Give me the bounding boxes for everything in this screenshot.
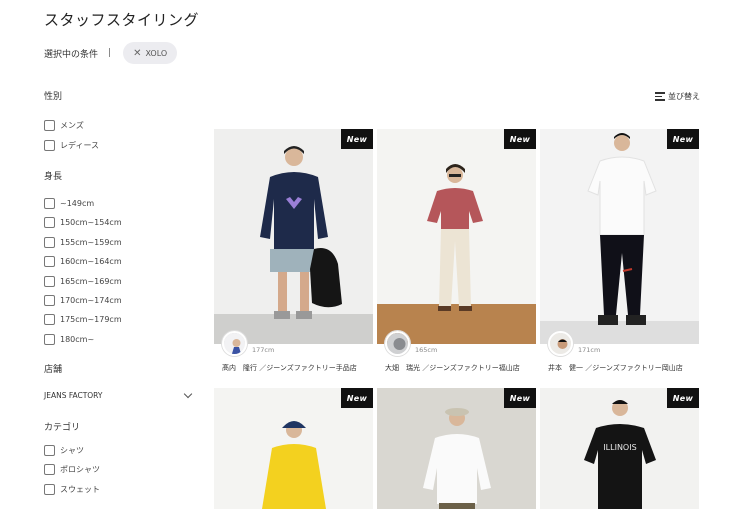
checkbox[interactable] [44, 120, 55, 132]
filter-title-gender: 性別 [44, 92, 63, 102]
staff-height: 171cm [578, 346, 601, 354]
checkbox-label: 165cm~169cm [60, 276, 122, 286]
avatar[interactable] [548, 331, 573, 356]
styling-photo[interactable]: New [377, 388, 536, 509]
checkbox[interactable] [44, 197, 55, 209]
checkbox-height[interactable]: ~149cm [44, 194, 194, 213]
checkbox-height[interactable]: 170cm~174cm [44, 291, 194, 310]
new-badge: New [504, 388, 536, 408]
filter-title-store: 店舗 [44, 364, 63, 375]
divider: | [108, 48, 112, 58]
page-title: スタッフスタイリング [44, 11, 200, 29]
chevron-down-icon [183, 389, 193, 399]
checkbox[interactable] [44, 464, 55, 476]
checkbox-height[interactable]: 180cm~ [44, 330, 194, 349]
filter-sidebar: 性別 メンズ レディース 身長 ~149cm 150cm~154cm 155cm… [44, 90, 194, 499]
styling-photo[interactable]: ILLINOIS New [540, 388, 699, 509]
staff-height: 165cm [415, 346, 438, 354]
checkbox-label: ポロシャツ [60, 465, 100, 475]
svg-text:ILLINOIS: ILLINOIS [603, 443, 636, 452]
store-select-value: JEANS FACTORY [44, 391, 103, 401]
new-badge: New [341, 388, 373, 408]
checkbox-label: 150cm~154cm [60, 218, 122, 228]
checkbox-height[interactable]: 160cm~164cm [44, 252, 194, 271]
checkbox-label: 155cm~159cm [60, 237, 122, 247]
filter-chip-xolo[interactable]: ✕ XOLO [123, 42, 178, 64]
checkbox-height[interactable]: 175cm~179cm [44, 310, 194, 329]
styling-photo[interactable]: New [377, 129, 536, 344]
checkbox[interactable] [44, 139, 55, 151]
checkbox[interactable] [44, 217, 55, 229]
avatar[interactable] [385, 331, 410, 356]
checkbox-label: シャツ [60, 446, 84, 456]
close-icon[interactable]: ✕ [133, 48, 141, 59]
checkbox[interactable] [44, 236, 55, 248]
sort-label: 並び替え [668, 92, 700, 101]
checkbox[interactable] [44, 294, 55, 306]
checkbox-label: 170cm~174cm [60, 295, 122, 305]
staff-name[interactable]: 髙内 隆行 ／ジーンズファクトリー手品店 [222, 363, 357, 373]
checkbox[interactable] [44, 333, 55, 345]
checkbox-shirt[interactable]: シャツ [44, 441, 194, 460]
styling-card[interactable]: New 177cm 髙内 隆行 ／ジーンズファクトリー手品店 [214, 129, 373, 379]
staff-name[interactable]: 井本 健一 ／ジーンズファクトリー岡山店 [548, 363, 683, 373]
new-badge: New [504, 129, 536, 149]
checkbox-height[interactable]: 155cm~159cm [44, 233, 194, 252]
checkbox-sweat[interactable]: スウェット [44, 480, 194, 499]
styling-photo[interactable]: New [214, 388, 373, 509]
checkbox-label: ~149cm [60, 198, 95, 208]
checkbox-label: メンズ [60, 121, 84, 131]
checkbox-mens[interactable]: メンズ [44, 116, 194, 135]
checkbox-polo[interactable]: ポロシャツ [44, 460, 194, 479]
styling-card[interactable]: ILLINOIS New [540, 388, 699, 509]
staff-height: 177cm [252, 346, 275, 354]
styling-photo[interactable]: New [214, 129, 373, 344]
styling-card[interactable]: New [377, 388, 536, 509]
checkbox-label: スウェット [60, 484, 100, 494]
store-select[interactable]: JEANS FACTORY [44, 389, 193, 403]
checkbox-height[interactable]: 165cm~169cm [44, 271, 194, 290]
checkbox-height[interactable]: 150cm~154cm [44, 213, 194, 232]
checkbox-label: 180cm~ [60, 334, 95, 344]
checkbox[interactable] [44, 256, 55, 268]
checkbox-label: レディース [60, 140, 100, 150]
checkbox[interactable] [44, 445, 55, 457]
styling-card[interactable]: New 165cm 大畑 瑞光 ／ジーンズファクトリー福山店 [377, 129, 536, 379]
new-badge: New [341, 129, 373, 149]
filter-chip-label: XOLO [145, 48, 168, 58]
filter-title-height: 身長 [44, 171, 63, 182]
sort-button[interactable]: 並び替え [655, 91, 700, 102]
styling-card[interactable]: New 171cm 井本 健一 ／ジーンズファクトリー岡山店 [540, 129, 699, 379]
checkbox-ladies[interactable]: レディース [44, 135, 194, 154]
styling-photo[interactable]: New [540, 129, 699, 344]
staff-name[interactable]: 大畑 瑞光 ／ジーンズファクトリー福山店 [385, 363, 520, 373]
checkbox[interactable] [44, 275, 55, 287]
styling-card[interactable]: New [214, 388, 373, 509]
sort-icon [655, 92, 665, 101]
checkbox-label: 160cm~164cm [60, 257, 122, 267]
avatar[interactable] [222, 331, 247, 356]
filter-title-category: カテゴリ [44, 422, 81, 433]
selected-conditions-label: 選択中の条件 [44, 49, 99, 60]
checkbox-label: 175cm~179cm [60, 315, 122, 325]
selected-conditions: 選択中の条件 | ✕ XOLO [44, 42, 178, 64]
checkbox[interactable] [44, 314, 55, 326]
new-badge: New [667, 388, 699, 408]
checkbox[interactable] [44, 483, 55, 495]
new-badge: New [667, 129, 699, 149]
